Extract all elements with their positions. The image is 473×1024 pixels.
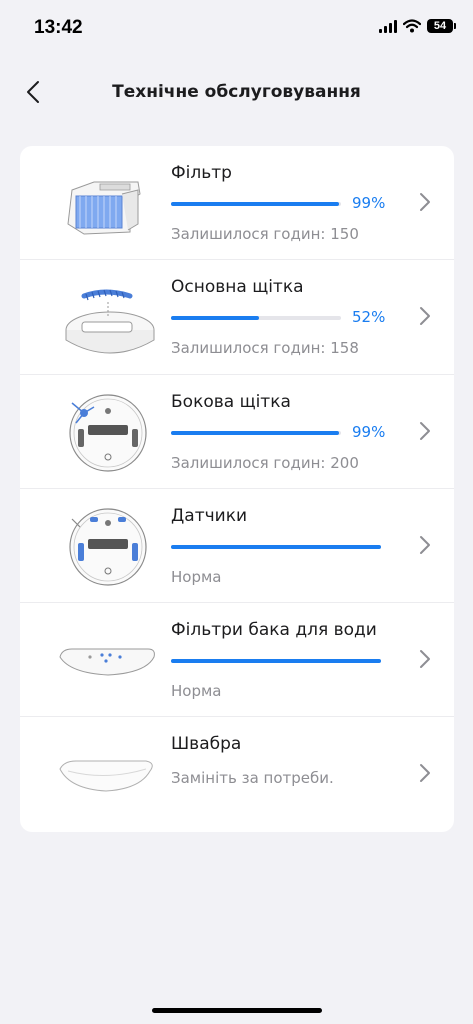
wifi-icon <box>403 19 421 33</box>
chevron-right-icon <box>420 650 430 669</box>
item-title: Бокова щітка <box>171 391 291 412</box>
hours-remaining: Залишилося годин: 200 <box>171 453 359 472</box>
status-text: Норма <box>171 682 222 701</box>
hours-remaining: Залишилося годин: 158 <box>171 339 359 358</box>
life-percent: 99% <box>352 422 386 441</box>
life-progress-bar <box>171 430 341 435</box>
item-title: Швабра <box>171 734 242 755</box>
chevron-right-icon <box>420 307 430 326</box>
item-title: Фільтр <box>171 163 232 183</box>
home-indicator <box>152 1008 322 1013</box>
item-title: Датчики <box>171 505 248 526</box>
maintenance-item-main-brush[interactable]: Основна щітка 52% Залишилося годин: 158 <box>20 260 454 375</box>
status-progress-bar <box>171 659 381 664</box>
chevron-right-icon <box>420 764 430 783</box>
status-progress-bar <box>171 544 381 549</box>
cellular-signal-icon <box>379 19 397 33</box>
battery-icon: 54 <box>427 19 456 33</box>
life-progress-bar <box>171 202 341 206</box>
maintenance-item-filter[interactable]: Фільтр 99% Залишилося годин: 150 <box>20 146 454 261</box>
chevron-right-icon <box>420 535 430 554</box>
status-time: 13:42 <box>34 17 83 38</box>
item-title: Фільтри бака для води <box>171 620 377 641</box>
hours-remaining: Залишилося годин: 150 <box>171 225 359 243</box>
page-title: Технічне обслуговування <box>112 82 361 102</box>
maintenance-item-side-brush[interactable]: Бокова щітка 99% Залишилося годин: 200 <box>20 375 454 489</box>
maintenance-item-water-tank-filters[interactable]: Фільтри бака для води Норма <box>20 603 454 718</box>
life-percent: 52% <box>352 308 386 327</box>
status-icons: 54 <box>379 19 456 33</box>
status-text: Замініть за потреби. <box>171 769 334 788</box>
life-percent: 99% <box>352 194 386 212</box>
status-text: Норма <box>171 567 222 586</box>
chevron-right-icon <box>420 421 430 440</box>
maintenance-list: Фільтр 99% Залишилося годин: 150 Основна… <box>20 146 454 832</box>
side-brush-icon <box>69 393 147 472</box>
status-bar: 13:42 54 <box>0 0 473 54</box>
item-title: Основна щітка <box>171 277 304 298</box>
mop-icon <box>59 760 153 792</box>
nav-bar: Технічне обслуговування <box>0 70 473 114</box>
sensors-icon <box>69 508 147 586</box>
water-tank-filter-icon <box>59 648 155 676</box>
main-brush-icon <box>65 289 155 354</box>
maintenance-item-mop[interactable]: Швабра Замініть за потреби. <box>20 717 454 831</box>
chevron-right-icon <box>420 193 430 211</box>
maintenance-item-sensors[interactable]: Датчики Норма <box>20 489 454 604</box>
life-progress-bar <box>171 316 341 321</box>
filter-icon <box>67 181 141 235</box>
